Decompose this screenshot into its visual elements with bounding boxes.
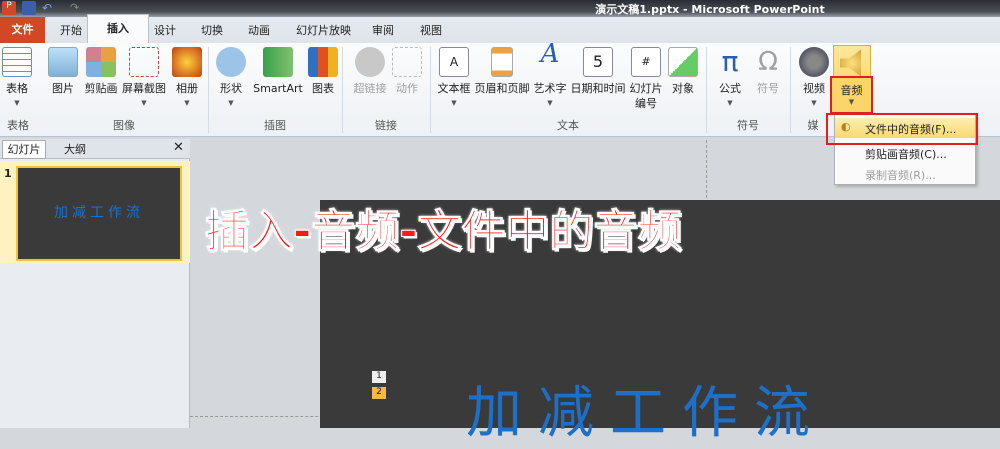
table-icon <box>2 47 32 77</box>
header-footer-icon <box>491 47 513 77</box>
calendar-icon: 5 <box>583 47 613 77</box>
slide-number-label: 幻灯片 编号 <box>629 82 663 110</box>
smartart-label: SmartArt <box>253 82 303 95</box>
group-label-text: 文本 <box>557 119 579 132</box>
group-label-table: 表格 <box>7 119 29 132</box>
tab-view[interactable]: 视图 <box>414 21 448 43</box>
group-label-links: 链接 <box>375 119 397 132</box>
tab-slideshow[interactable]: 幻灯片放映 <box>290 21 357 43</box>
audio-dropdown[interactable]: 音频 ▼ <box>830 76 873 114</box>
shapes-button[interactable]: 形状 ▼ <box>214 47 248 111</box>
globe-link-icon <box>355 47 385 77</box>
table-label: 表格 <box>6 82 28 95</box>
object-button[interactable]: 对象 <box>668 47 698 96</box>
header-footer-label: 页眉和页脚 <box>474 82 530 95</box>
audio-label: 音频 <box>840 84 863 97</box>
equation-label: 公式 <box>719 82 741 95</box>
action-label: 动作 <box>396 82 418 95</box>
wordart-button[interactable]: A 艺术字 ▼ <box>532 39 568 111</box>
window-title: 演示文稿1.pptx - Microsoft PowerPoint <box>595 3 825 16</box>
camera-icon <box>129 47 159 77</box>
textbox-label: 文本框 <box>437 82 471 95</box>
ribbon-tabs: 开始 插入 设计 切换 动画 幻灯片放映 审阅 视图 <box>0 14 1000 54</box>
screenshot-label: 屏幕截图 <box>122 82 166 95</box>
smartart-icon <box>263 47 293 77</box>
wordart-label: 艺术字 <box>533 82 567 95</box>
tab-transitions[interactable]: 切换 <box>195 21 229 43</box>
hyperlink-label: 超链接 <box>353 82 387 95</box>
video-button[interactable]: 视频 ▼ <box>798 47 830 111</box>
tab-animations[interactable]: 动画 <box>242 21 276 43</box>
animation-tag: 1 <box>372 371 386 383</box>
hyperlink-button[interactable]: 超链接 <box>350 47 390 96</box>
header-footer-button[interactable]: 页眉和页脚 <box>474 47 530 96</box>
bar-chart-icon <box>308 47 338 77</box>
highlight-box <box>826 113 978 145</box>
datetime-button[interactable]: 5 日期和时间 <box>570 47 626 96</box>
tab-design[interactable]: 设计 <box>148 21 182 43</box>
smartart-button[interactable]: SmartArt <box>250 47 306 96</box>
clipart-label: 剪贴画 <box>84 82 118 95</box>
symbol-label: 符号 <box>757 82 779 95</box>
group-label-symbols: 符号 <box>737 119 759 132</box>
textbox-icon: A <box>439 47 469 77</box>
tab-slides[interactable]: 幻灯片 <box>2 140 46 159</box>
title-bar: P ↶ ↷ 演示文稿1.pptx - Microsoft PowerPoint <box>0 0 1000 17</box>
album-label: 相册 <box>176 82 198 95</box>
screenshot-button[interactable]: 屏幕截图 ▼ <box>121 47 167 111</box>
action-icon <box>392 47 422 77</box>
album-button[interactable]: 相册 ▼ <box>170 47 204 111</box>
slide-title[interactable]: 加减工作流 <box>466 368 826 449</box>
equation-button[interactable]: π 公式 ▼ <box>714 47 746 111</box>
wordart-icon: A <box>540 39 560 69</box>
textbox-button[interactable]: A 文本框 ▼ <box>434 47 474 111</box>
group-label-illustrations: 插图 <box>264 119 286 132</box>
tab-file[interactable]: 文件 <box>0 17 45 43</box>
pi-icon: π <box>721 45 739 78</box>
omega-icon: Ω <box>758 47 778 77</box>
slide-number-button[interactable]: # 幻灯片 编号 <box>628 47 664 111</box>
chart-button[interactable]: 图表 <box>308 47 338 96</box>
object-icon <box>668 47 698 77</box>
album-icon <box>172 47 202 77</box>
tab-review[interactable]: 审阅 <box>366 21 400 43</box>
film-reel-icon <box>799 47 829 77</box>
shapes-label: 形状 <box>220 82 242 95</box>
clipart-icon <box>86 47 116 77</box>
object-label: 对象 <box>672 82 694 95</box>
menu-item-record-audio[interactable]: 录制音频(R)... <box>865 167 936 183</box>
animation-tag: 2 <box>372 387 386 399</box>
picture-icon <box>48 47 78 77</box>
symbol-button[interactable]: Ω 符号 <box>752 47 784 96</box>
clipart-button[interactable]: 剪贴画 <box>82 47 120 96</box>
speaker-icon <box>840 49 861 77</box>
table-button[interactable]: 表格 ▼ <box>0 47 34 111</box>
tab-home[interactable]: 开始 <box>54 21 88 43</box>
video-label: 视频 <box>803 82 825 95</box>
slide-thumbnail[interactable]: 加减工作流 <box>16 166 182 261</box>
slide-number-icon: # <box>631 47 661 77</box>
instruction-caption: 插入-音频-文件中的音频 <box>205 206 683 258</box>
datetime-label: 日期和时间 <box>570 82 626 95</box>
chart-label: 图表 <box>312 82 334 95</box>
shapes-icon <box>216 47 246 77</box>
menu-item-clipart-audio[interactable]: 剪贴画音频(C)... <box>865 146 947 162</box>
picture-button[interactable]: 图片 <box>46 47 80 96</box>
tab-outline[interactable]: 大纲 <box>64 141 86 157</box>
close-pane-icon[interactable]: ✕ <box>173 140 184 155</box>
slides-pane: 幻灯片 大纲 ✕ 1 加减工作流 <box>0 139 190 428</box>
group-label-images: 图像 <box>113 119 135 132</box>
action-button[interactable]: 动作 <box>392 47 422 96</box>
slide-number: 1 <box>4 167 12 180</box>
picture-label: 图片 <box>52 82 74 95</box>
